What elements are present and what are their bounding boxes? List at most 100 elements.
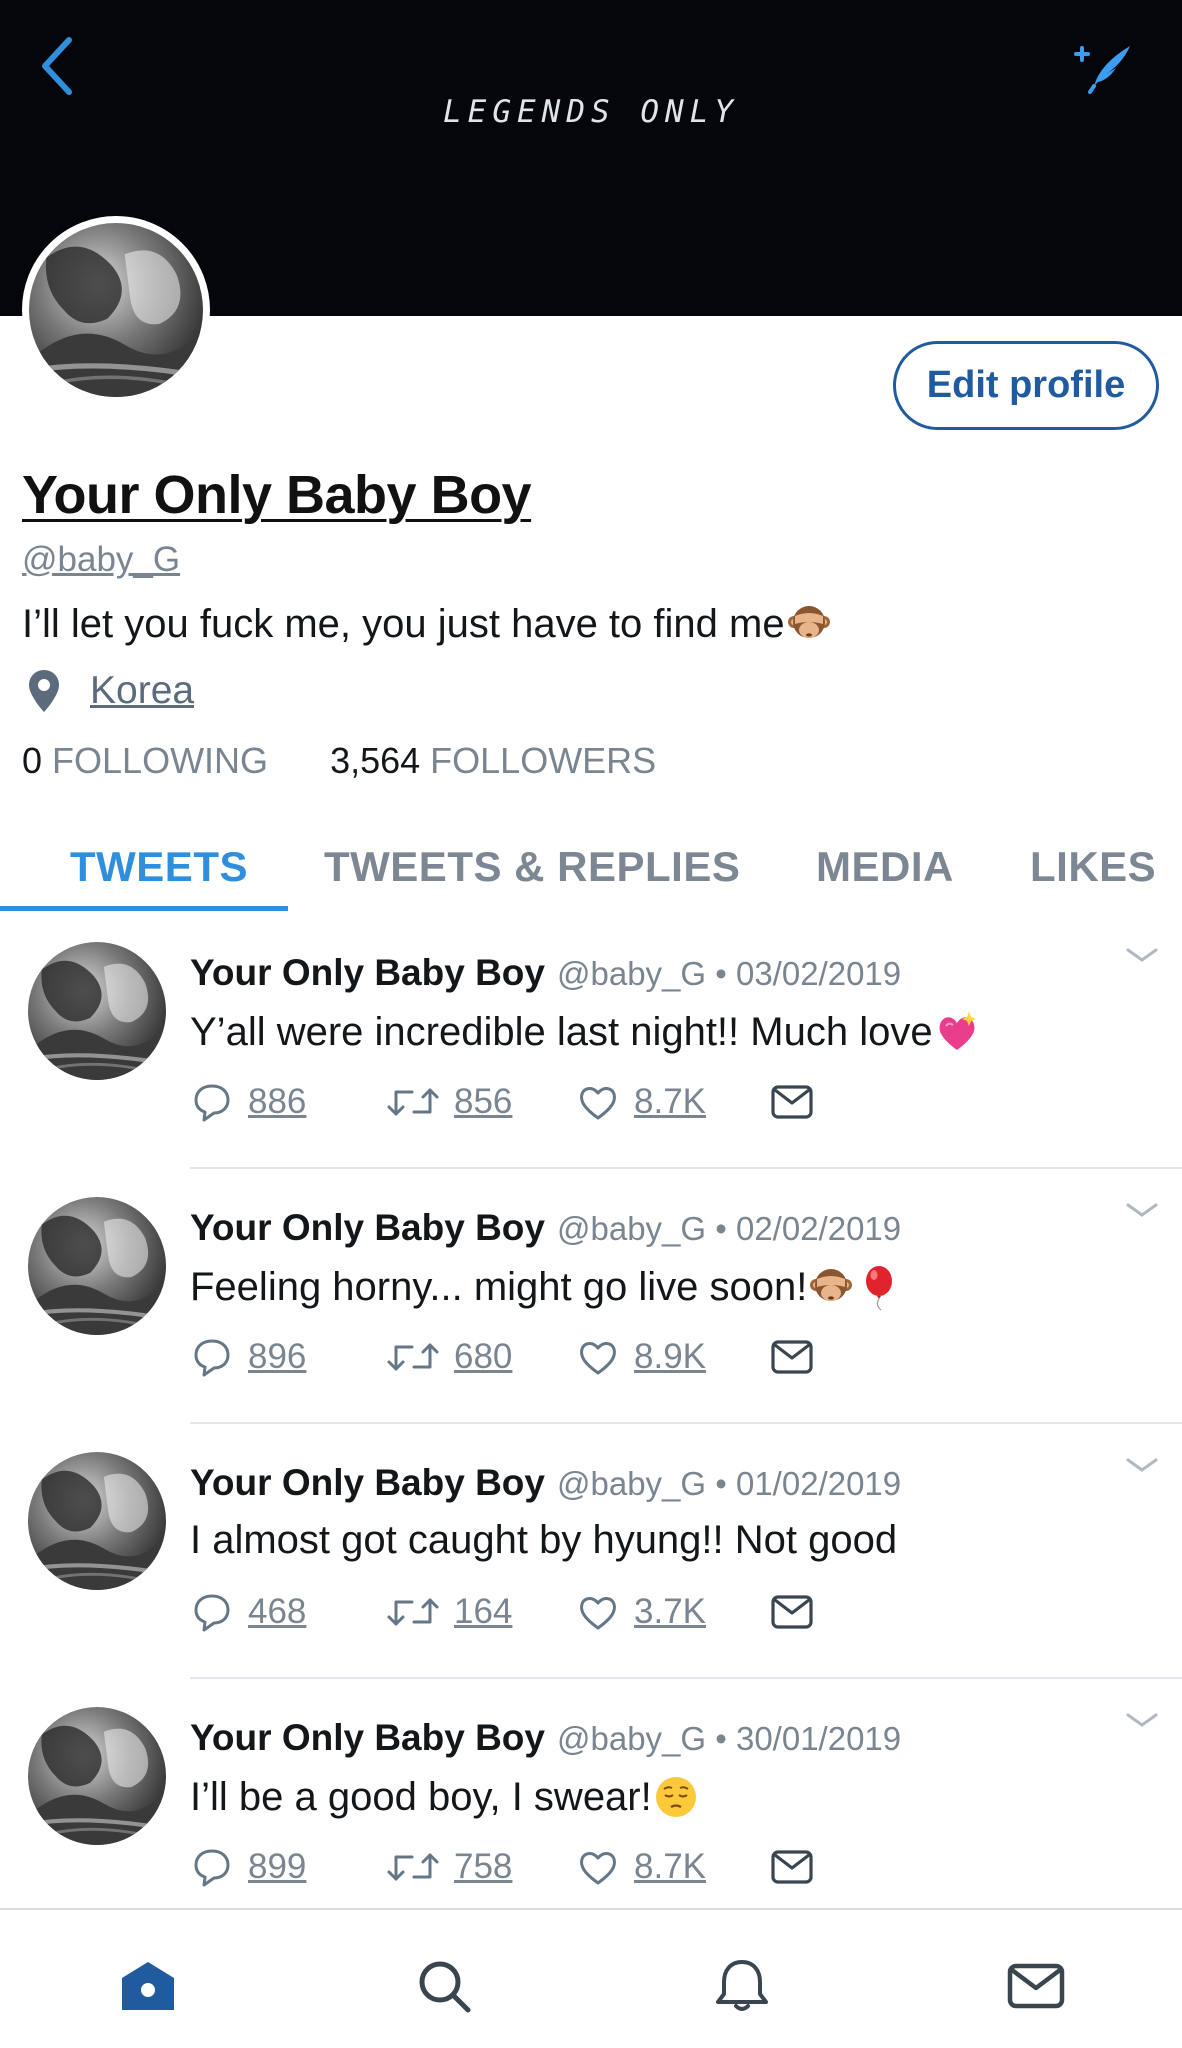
direct-message-button[interactable] [770, 1839, 814, 1895]
tab-tweets[interactable]: TWEETS [70, 820, 248, 914]
reply-icon [190, 1335, 234, 1379]
sparkling-heart-icon [933, 1008, 981, 1056]
reply-button[interactable]: 899 [190, 1839, 306, 1895]
reply-icon [190, 1080, 234, 1124]
reply-count: 896 [248, 1337, 307, 1376]
tweet-meta: @baby_G • 30/01/2019 [557, 1720, 902, 1757]
tweet-meta: @baby_G • 01/02/2019 [557, 1465, 902, 1502]
tweet-text-content: I almost got caught by hyung!! Not good [190, 1518, 898, 1562]
compose-tweet-button[interactable] [1072, 34, 1136, 94]
retweet-icon [386, 1080, 440, 1124]
followers-stat[interactable]: 3,564 FOLLOWERS [330, 740, 656, 782]
reply-icon [190, 1590, 234, 1634]
followers-label: FOLLOWERS [430, 740, 657, 781]
tab-media[interactable]: MEDIA [816, 820, 954, 914]
chevron-down-icon[interactable] [1124, 944, 1160, 966]
tweet-text: Feeling horny... might go live soon! [190, 1263, 903, 1311]
like-button[interactable]: 3.7K [576, 1584, 706, 1640]
tweet-avatar[interactable] [28, 1452, 166, 1590]
tab-likes[interactable]: LIKES [1030, 820, 1156, 914]
reply-button[interactable]: 886 [190, 1074, 306, 1130]
envelope-icon [770, 1080, 814, 1124]
reply-count: 899 [248, 1847, 307, 1886]
tweet-text: I’ll be a good boy, I swear! [190, 1773, 700, 1821]
like-button[interactable]: 8.7K [576, 1074, 706, 1130]
chevron-left-icon [42, 37, 72, 95]
nav-home[interactable] [112, 1950, 184, 2022]
compose-sparkle-icon [1074, 46, 1130, 94]
nav-messages[interactable] [1000, 1950, 1072, 2022]
banner-title: LEGENDS ONLY [443, 94, 739, 130]
tweet-actions: 899 758 8.7K [190, 1839, 830, 1895]
heart-icon [576, 1590, 620, 1634]
tweet-header: Your Only Baby Boy @baby_G • 01/02/2019 [190, 1462, 901, 1504]
tweet-actions: 896 680 8.9K [190, 1329, 830, 1385]
tweet-text-content: I’ll be a good boy, I swear! [190, 1774, 652, 1819]
tweet-actions: 886 856 8.7K [190, 1074, 830, 1130]
heart-icon [576, 1080, 620, 1124]
chevron-down-icon[interactable] [1124, 1199, 1160, 1221]
tweet-text-content: Y’all were incredible last night!! Much … [190, 1009, 933, 1054]
nav-search[interactable] [408, 1950, 480, 2022]
heart-icon [576, 1335, 620, 1379]
retweet-button[interactable]: 758 [386, 1839, 512, 1895]
tweet-avatar[interactable] [28, 942, 166, 1080]
profile-stats: 0 FOLLOWING 3,564 FOLLOWERS [22, 740, 718, 782]
reply-count: 468 [248, 1592, 307, 1631]
like-count: 8.7K [634, 1847, 706, 1886]
following-count: 0 [22, 740, 43, 781]
retweet-button[interactable]: 856 [386, 1074, 512, 1130]
heart-icon [576, 1845, 620, 1889]
reply-button[interactable]: 468 [190, 1584, 306, 1640]
tweet-meta: @baby_G • 03/02/2019 [557, 955, 902, 992]
direct-message-button[interactable] [770, 1329, 814, 1385]
direct-message-button[interactable] [770, 1074, 814, 1130]
tweet-author-name: Your Only Baby Boy [190, 1462, 545, 1503]
retweet-icon [386, 1590, 440, 1634]
like-button[interactable]: 8.9K [576, 1329, 706, 1385]
tweet-author-name: Your Only Baby Boy [190, 1207, 545, 1248]
see-no-evil-monkey-icon [807, 1263, 855, 1311]
following-stat[interactable]: 0 FOLLOWING [22, 740, 268, 782]
tweet-avatar[interactable] [28, 1707, 166, 1845]
nav-notifications[interactable] [706, 1950, 778, 2022]
tweet-text: I almost got caught by hyung!! Not good [190, 1518, 897, 1563]
retweet-count: 758 [454, 1847, 513, 1886]
profile-bio: I’ll let you fuck me, you just have to f… [22, 600, 833, 648]
followers-count: 3,564 [330, 740, 421, 781]
envelope-icon [770, 1590, 814, 1634]
direct-message-button[interactable] [770, 1584, 814, 1640]
tweet-avatar[interactable] [28, 1197, 166, 1335]
following-label: FOLLOWING [52, 740, 269, 781]
location-text[interactable]: Korea [90, 669, 194, 713]
profile-handle[interactable]: @baby_G [22, 540, 180, 580]
notifications-bell-icon [716, 1960, 768, 2011]
tweet[interactable]: Your Only Baby Boy @baby_G • 03/02/2019 … [0, 914, 1182, 1169]
envelope-icon [770, 1845, 814, 1889]
tweet-header: Your Only Baby Boy @baby_G • 30/01/2019 [190, 1717, 901, 1759]
like-button[interactable]: 8.7K [576, 1839, 706, 1895]
tweet[interactable]: Your Only Baby Boy @baby_G • 02/02/2019 … [0, 1169, 1182, 1424]
tweet[interactable]: Your Only Baby Boy @baby_G • 01/02/2019 … [0, 1424, 1182, 1679]
envelope-icon [770, 1335, 814, 1379]
tab-tweets-and-replies[interactable]: TWEETS & REPLIES [324, 820, 740, 914]
like-count: 8.9K [634, 1337, 706, 1376]
home-icon [122, 1962, 174, 2010]
profile-display-name: Your Only Baby Boy [22, 465, 532, 525]
chevron-down-icon[interactable] [1124, 1709, 1160, 1731]
edit-profile-button[interactable]: Edit profile [893, 341, 1159, 430]
profile-avatar[interactable] [22, 216, 210, 404]
retweet-button[interactable]: 680 [386, 1329, 512, 1385]
retweet-button[interactable]: 164 [386, 1584, 512, 1640]
tweet-author-name: Your Only Baby Boy [190, 952, 545, 993]
back-button[interactable] [32, 34, 82, 98]
bio-text: I’ll let you fuck me, you just have to f… [22, 601, 785, 646]
bottom-tab-bar [0, 1908, 1182, 2048]
tweet-text: Y’all were incredible last night!! Much … [190, 1008, 981, 1056]
chevron-down-icon[interactable] [1124, 1454, 1160, 1476]
tweet-actions: 468 164 3.7K [190, 1584, 830, 1640]
tweet[interactable]: Your Only Baby Boy @baby_G • 30/01/2019 … [0, 1679, 1182, 1934]
like-count: 8.7K [634, 1082, 706, 1121]
reply-button[interactable]: 896 [190, 1329, 306, 1385]
reply-icon [190, 1845, 234, 1889]
